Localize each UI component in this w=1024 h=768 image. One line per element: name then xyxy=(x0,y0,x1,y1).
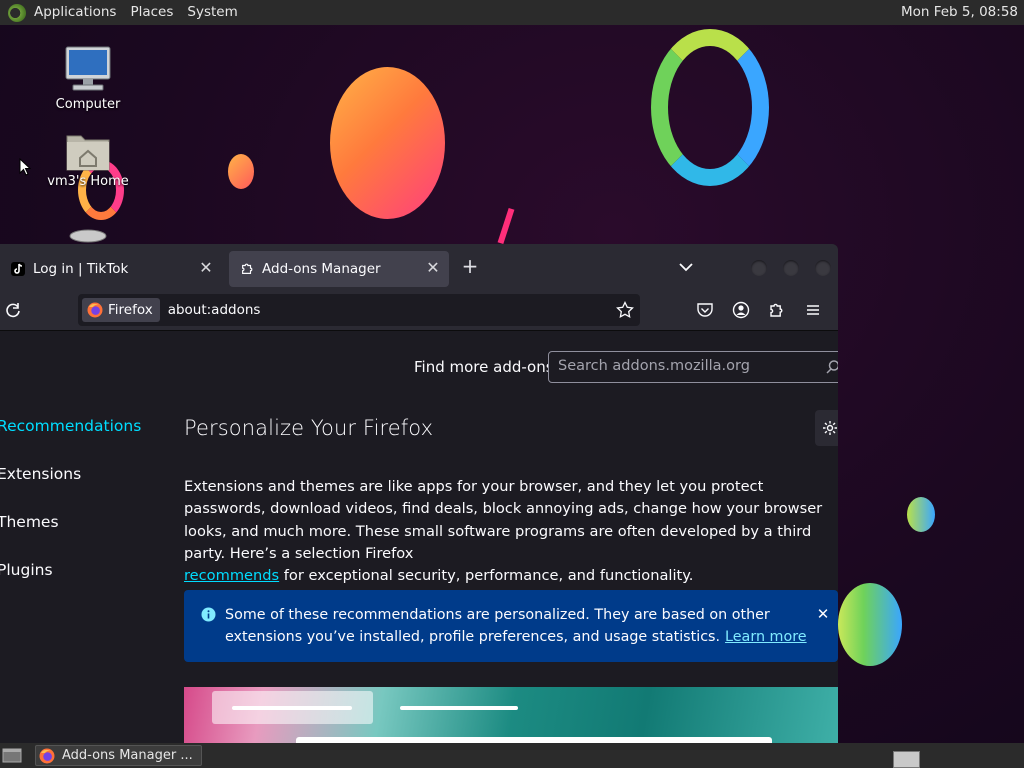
pocket-icon[interactable] xyxy=(696,301,714,319)
notice-close-icon[interactable]: ✕ xyxy=(815,606,831,622)
top-panel: Applications Places System Mon Feb 5, 08… xyxy=(0,0,1024,25)
panel-clock[interactable]: Mon Feb 5, 08:58 xyxy=(901,0,1018,25)
system-menu[interactable]: System xyxy=(180,0,244,25)
info-icon xyxy=(201,607,216,622)
desktop-icon-label: Computer xyxy=(55,97,121,112)
firefox-logo-icon xyxy=(87,302,103,318)
category-extensions[interactable]: Extensions xyxy=(0,465,81,483)
taskbar-window-label: Add-ons Manager ... xyxy=(62,748,193,763)
tab-title: Log in | TikTok xyxy=(33,261,129,277)
minimize-button[interactable] xyxy=(751,260,767,276)
taskbar-window-button[interactable]: Add-ons Manager ... xyxy=(35,745,202,766)
show-desktop-icon[interactable] xyxy=(2,747,22,764)
category-plugins[interactable]: Plugins xyxy=(0,561,53,579)
mouse-cursor-icon xyxy=(19,158,31,176)
workspace-switcher[interactable] xyxy=(893,751,920,768)
page-title: Personalize Your Firefox xyxy=(184,416,434,440)
category-themes[interactable]: Themes xyxy=(0,513,59,531)
wallpaper-gradient-ring xyxy=(651,29,769,186)
extensions-icon[interactable] xyxy=(768,301,786,319)
new-tab-button[interactable]: + xyxy=(458,255,482,279)
tab-addons-manager[interactable]: Add-ons Manager ✕ xyxy=(229,251,449,287)
recommended-theme-card[interactable] xyxy=(184,687,838,743)
intro-text: Extensions and themes are like apps for … xyxy=(184,478,823,562)
tiktok-icon xyxy=(11,262,25,276)
identity-box[interactable]: Firefox xyxy=(82,298,160,322)
tab-tiktok[interactable]: Log in | TikTok ✕ xyxy=(0,251,222,287)
tab-close-icon[interactable]: ✕ xyxy=(425,260,441,276)
category-recommendations[interactable]: Recommendations xyxy=(0,417,141,435)
applications-menu[interactable]: Applications xyxy=(27,0,123,25)
nav-bar: Firefox about:addons xyxy=(0,290,838,331)
identity-label: Firefox xyxy=(108,302,153,318)
close-window-button[interactable] xyxy=(815,260,831,276)
url-text[interactable]: about:addons xyxy=(168,302,261,318)
notice-message: Some of these recommendations are person… xyxy=(225,604,815,649)
wallpaper-green-blue-ellipse xyxy=(907,497,935,532)
tab-bar: Log in | TikTok ✕ Add-ons Manager ✕ + xyxy=(0,244,838,290)
gear-icon xyxy=(823,421,837,435)
bottom-panel: Add-ons Manager ... xyxy=(0,743,1024,768)
desktop-icon-computer[interactable]: Computer xyxy=(38,45,138,112)
wallpaper-pink-stroke xyxy=(497,207,515,245)
bookmark-star-icon[interactable] xyxy=(616,301,634,319)
home-folder-icon xyxy=(66,135,110,171)
tab-close-icon[interactable]: ✕ xyxy=(198,260,214,276)
maximize-button[interactable] xyxy=(783,260,799,276)
find-more-label: Find more add-ons xyxy=(414,358,554,376)
trash-icon xyxy=(69,229,107,243)
recommends-link[interactable]: recommends xyxy=(184,567,279,584)
notice-text: Some of these recommendations are person… xyxy=(225,607,770,646)
hamburger-menu-icon[interactable] xyxy=(804,301,822,319)
desktop-icon-home[interactable]: vm3's Home xyxy=(38,128,138,189)
mate-logo-icon[interactable] xyxy=(8,3,26,22)
settings-gear-button[interactable] xyxy=(815,410,838,446)
account-icon[interactable] xyxy=(732,301,750,319)
intro-tail: for exceptional security, performance, a… xyxy=(279,567,694,585)
computer-icon xyxy=(65,46,111,91)
addons-content: Find more add-ons Recommendations Extens… xyxy=(0,331,838,743)
search-icon xyxy=(826,360,838,374)
firefox-window: Log in | TikTok ✕ Add-ons Manager ✕ + Fi… xyxy=(0,244,838,743)
wallpaper-large-green-blue-ellipse xyxy=(838,583,902,666)
card-preview-line xyxy=(232,706,352,710)
desktop-icon-trash[interactable] xyxy=(38,228,138,244)
wallpaper-orange-ellipse xyxy=(330,67,445,219)
wallpaper-small-orange-ellipse xyxy=(228,154,254,189)
desktop-icon-label: vm3's Home xyxy=(47,174,129,189)
addons-search-input[interactable] xyxy=(558,358,818,374)
learn-more-link[interactable]: Learn more xyxy=(725,629,807,645)
card-preview-line xyxy=(400,706,518,710)
puzzle-icon xyxy=(242,263,253,274)
url-bar[interactable]: Firefox about:addons xyxy=(78,294,640,326)
chevron-down-icon[interactable] xyxy=(676,257,696,277)
firefox-logo-icon xyxy=(39,748,55,763)
tab-title: Add-ons Manager xyxy=(262,261,381,277)
reload-icon[interactable] xyxy=(4,301,22,319)
intro-paragraph: Extensions and themes are like apps for … xyxy=(184,476,838,587)
places-menu[interactable]: Places xyxy=(123,0,180,25)
addons-search[interactable] xyxy=(548,351,838,383)
personalization-notice: Some of these recommendations are person… xyxy=(184,590,838,662)
